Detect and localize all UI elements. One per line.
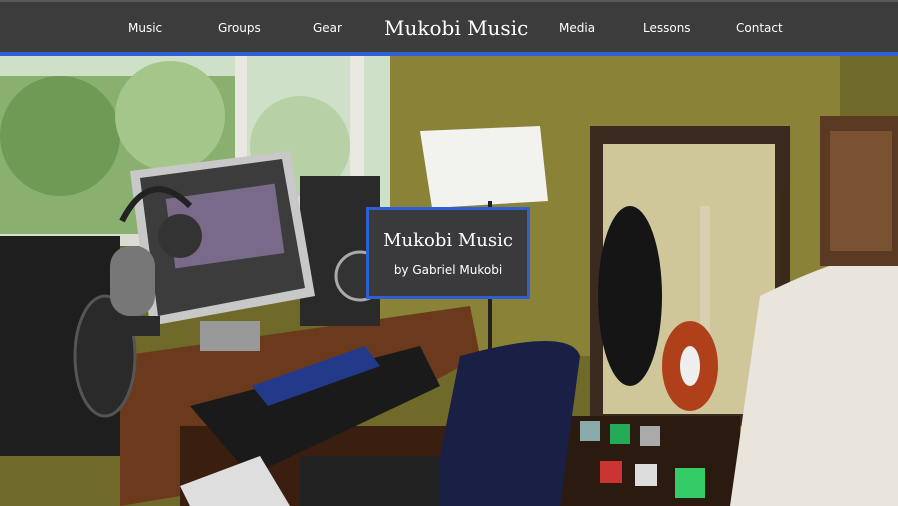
nav-link-contact[interactable]: Contact [736, 2, 783, 54]
hero-subtitle: by Gabriel Mukobi [393, 263, 503, 277]
nav-link-groups[interactable]: Groups [218, 2, 261, 54]
nav-link-media[interactable]: Media [559, 2, 595, 54]
site-brand[interactable]: Mukobi Music [384, 2, 528, 54]
hero-title-card: Mukobi Music by Gabriel Mukobi [366, 207, 530, 299]
nav-link-music[interactable]: Music [128, 2, 162, 54]
hero-title: Mukobi Music [383, 230, 513, 251]
top-navigation-bar: Music Groups Gear Mukobi Music Media Les… [0, 0, 898, 52]
nav-link-lessons[interactable]: Lessons [643, 2, 691, 54]
nav-link-gear[interactable]: Gear [313, 2, 342, 54]
